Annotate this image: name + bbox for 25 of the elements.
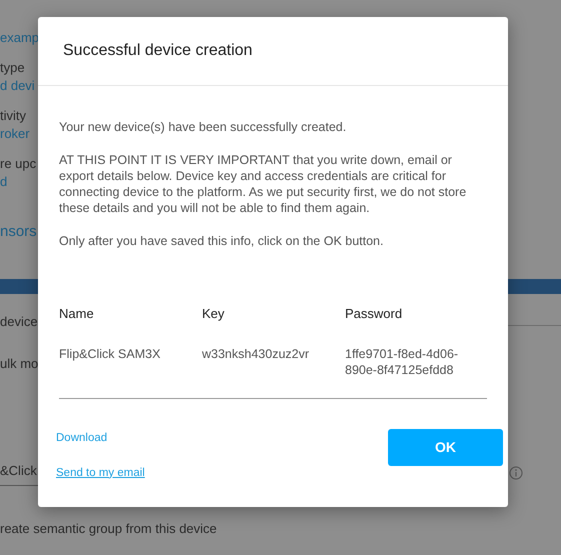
- info-icon[interactable]: [509, 466, 523, 480]
- checkbox-label: reate semantic group from this device: [0, 520, 217, 538]
- link-text: d devi: [0, 77, 35, 95]
- download-link[interactable]: Download: [56, 430, 108, 447]
- column-header: Key: [202, 305, 226, 323]
- field-label: re upc: [0, 155, 36, 173]
- email-link[interactable]: Send to my email: [56, 464, 145, 482]
- option-label: ulk mo: [0, 354, 38, 372]
- table-cell-text: 1ffe9701-f8ed-4d06-890e-8f47125efdd8: [345, 346, 460, 378]
- ok-button[interactable]: OK: [388, 428, 503, 466]
- column-header: Name: [59, 305, 95, 323]
- section-heading: nsors: [0, 223, 37, 241]
- dialog-message: Only after you have saved this info, click on the OK button.: [59, 233, 384, 249]
- dialog-message: Your new device(s) have been successfully created.: [59, 119, 348, 135]
- dialog-message: AT THIS POINT IT IS VERY IMPORTANT that you write down, email or export details below. Device key and access credentials are critical for connecting device to the platform. As we put security first, we do not store these details and you will not be able to find them again.: [59, 152, 468, 216]
- section-label: device: [0, 313, 38, 331]
- dialog-title: Successful device creation: [63, 41, 252, 61]
- table-cell-text: Flip&Click SAM3X: [59, 346, 162, 363]
- link-text: d: [0, 173, 8, 191]
- link-text: roker: [0, 125, 30, 143]
- column-header: Password: [345, 305, 404, 323]
- link-text: examp: [0, 29, 40, 47]
- field-label: tivity: [0, 107, 26, 125]
- field-label: type: [0, 59, 25, 77]
- table-cell-text: w33nksh430zuz2vr: [202, 346, 310, 362]
